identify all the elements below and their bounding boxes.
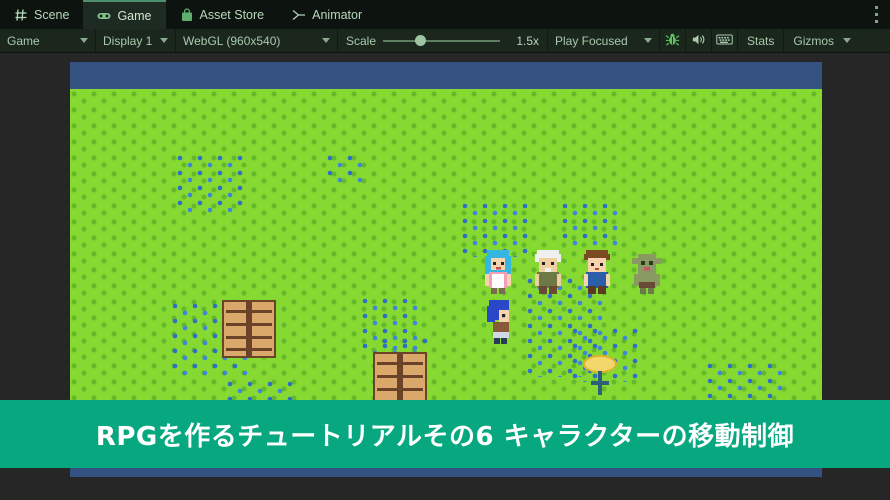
ladder-rung	[226, 310, 272, 313]
flower-patch	[175, 154, 245, 214]
kebab-menu-icon[interactable]	[869, 6, 883, 23]
tab-asset-store[interactable]: Asset Store	[166, 0, 279, 29]
aspect-ratio-dropdown[interactable]: WebGL (960x540)	[176, 29, 338, 52]
chevron-down-icon	[843, 38, 852, 43]
tab-game[interactable]: Game	[83, 0, 166, 29]
caption-text: RPGを作るチュートリアルその6 キャラクターの移動制御	[95, 421, 795, 452]
flower-patch	[325, 154, 365, 184]
bug-icon	[665, 32, 680, 50]
play-mode-dropdown[interactable]: Play Focused	[548, 29, 660, 52]
display-value: Display 1	[103, 33, 153, 48]
wooden-ladder	[222, 300, 276, 358]
torch-flower	[583, 355, 617, 399]
scale-value: 1.5x	[516, 33, 539, 48]
chevron-down-icon	[644, 38, 652, 43]
scale-slider-group[interactable]: Scale 1.5x	[338, 29, 548, 52]
character-brown-hair-boy[interactable]	[578, 248, 616, 296]
target-display-group-value: Game	[7, 33, 40, 48]
tab-game-label: Game	[117, 8, 152, 23]
target-display-group-dropdown[interactable]: Game	[0, 29, 96, 52]
scale-slider-knob[interactable]	[414, 35, 426, 46]
keyboard-icon	[716, 33, 733, 49]
scale-slider-track	[383, 39, 500, 42]
flower-patch	[560, 202, 620, 247]
chevron-down-icon	[160, 38, 168, 43]
sky-band-top	[70, 62, 822, 89]
game-view-toolbar: Game Display 1 WebGL (960x540) Scale 1.5…	[0, 29, 890, 53]
torch-arm	[591, 381, 609, 385]
ladder-rung	[377, 375, 423, 378]
character-goblin[interactable]	[628, 248, 666, 296]
gizmos-label: Gizmos	[793, 33, 835, 48]
scale-label: Scale	[346, 33, 377, 48]
scale-slider[interactable]	[383, 35, 500, 47]
gizmos-dropdown[interactable]: Gizmos	[784, 29, 858, 52]
ladder-rung	[226, 336, 272, 339]
aspect-ratio-value: WebGL (960x540)	[183, 33, 281, 48]
tab-animator[interactable]: Animator	[278, 0, 376, 29]
grid-icon	[14, 8, 28, 22]
unity-editor-window: Scene Game Asset Store Animator Game Dis…	[0, 0, 890, 500]
character-blue-hair-side[interactable]	[481, 298, 519, 346]
tab-scene[interactable]: Scene	[0, 0, 83, 29]
gamepad-icon	[97, 9, 111, 23]
character-white-hair-elder[interactable]	[529, 248, 567, 296]
chevron-down-icon	[80, 38, 88, 43]
shopping-bag-icon	[180, 7, 194, 22]
ladder-rung	[226, 348, 272, 351]
stats-toggle-button[interactable]: Stats	[738, 29, 785, 52]
tab-animator-label: Animator	[312, 7, 363, 22]
mute-audio-button[interactable]	[686, 29, 712, 52]
ladder-rung	[226, 323, 272, 326]
tab-asset-store-label: Asset Store	[199, 7, 265, 22]
speaker-icon	[691, 32, 706, 50]
ladder-rung	[377, 388, 423, 391]
play-mode-value: Play Focused	[555, 33, 628, 48]
ladder-rung	[377, 362, 423, 365]
chevron-down-icon	[322, 38, 330, 43]
stats-label: Stats	[747, 33, 775, 48]
caption-banner: RPGを作るチュートリアルその6 キャラクターの移動制御	[0, 400, 890, 468]
keyboard-shortcuts-button[interactable]	[712, 29, 738, 52]
tab-scene-label: Scene	[34, 7, 70, 22]
tab-strip: Scene Game Asset Store Animator	[0, 0, 890, 29]
display-dropdown[interactable]: Display 1	[96, 29, 176, 52]
character-blue-hair-girl[interactable]	[479, 248, 517, 296]
animator-node-icon	[292, 8, 306, 22]
debug-toggle-button[interactable]	[660, 29, 686, 52]
